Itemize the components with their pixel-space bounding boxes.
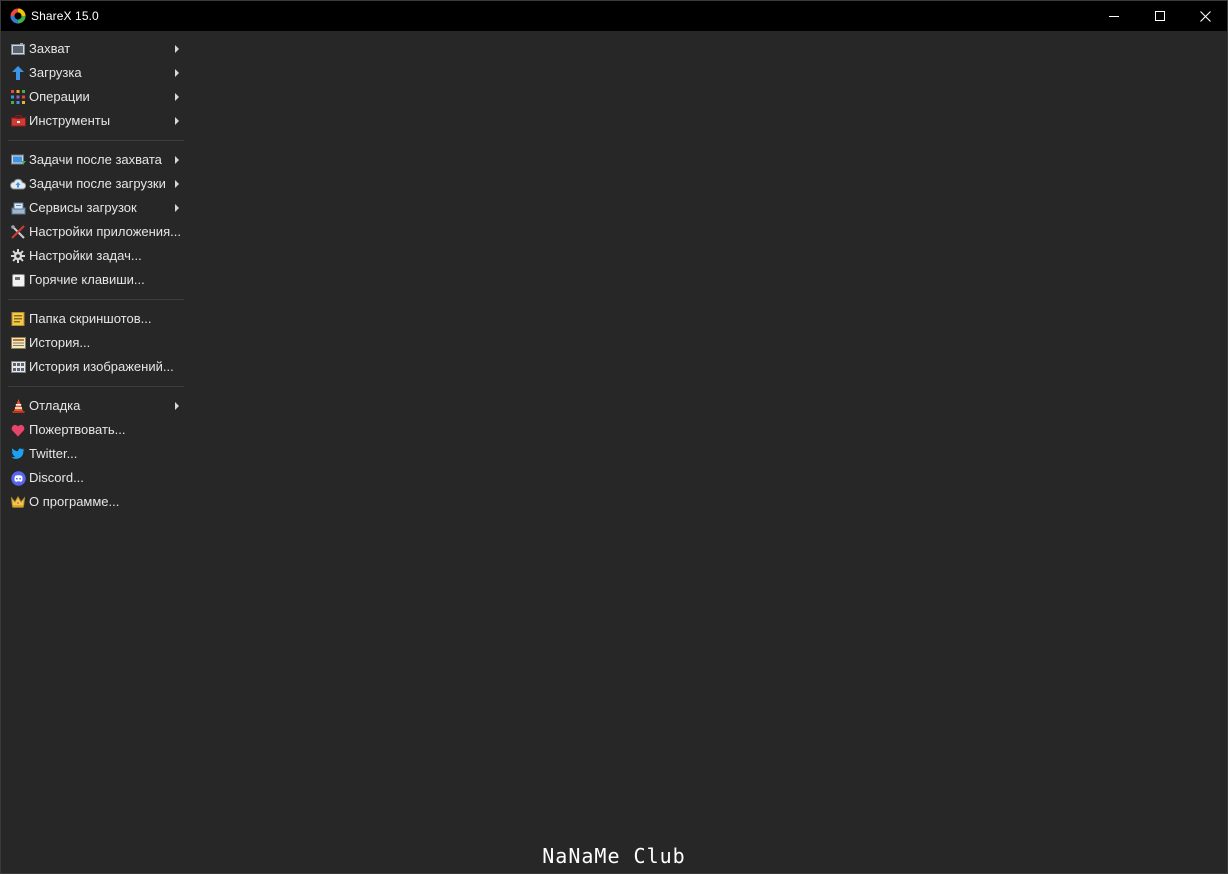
traffic-cone-icon: [10, 398, 26, 414]
menu-separator: [2, 133, 184, 148]
menu-separator: [2, 292, 184, 307]
menu-item-application-settings[interactable]: Настройки приложения...: [2, 220, 184, 244]
gear-icon: [10, 248, 26, 264]
keyboard-key-icon: [10, 272, 26, 288]
menu-item-screenshots-folder[interactable]: Папка скриншотов...: [2, 307, 184, 331]
grid-icon: [10, 89, 26, 105]
minimize-icon: [1109, 16, 1119, 17]
submenu-arrow-icon: [175, 93, 179, 101]
menu-item-twitter[interactable]: Twitter...: [2, 442, 184, 466]
after-capture-icon: [10, 152, 26, 168]
menu-item-history[interactable]: История...: [2, 331, 184, 355]
submenu-arrow-icon: [175, 156, 179, 164]
discord-icon: [10, 470, 26, 486]
tools-wrench-icon: [10, 224, 26, 240]
menu-item-debug[interactable]: Отладка: [2, 394, 184, 418]
sharex-logo-icon: [10, 8, 26, 24]
menu-item-upload[interactable]: Загрузка: [2, 61, 184, 85]
submenu-arrow-icon: [175, 69, 179, 77]
menu-item-image-history[interactable]: История изображений...: [2, 355, 184, 379]
heart-icon: [10, 422, 26, 438]
upload-services-icon: [10, 200, 26, 216]
minimize-button[interactable]: [1091, 1, 1137, 31]
menu-item-workflows[interactable]: Операции: [2, 85, 184, 109]
menu-item-upload-services[interactable]: Сервисы загрузок: [2, 196, 184, 220]
submenu-arrow-icon: [175, 204, 179, 212]
window-title: ShareX 15.0: [31, 9, 99, 23]
folder-icon: [10, 311, 26, 327]
menu-item-discord[interactable]: Discord...: [2, 466, 184, 490]
history-icon: [10, 335, 26, 351]
menu-item-tools[interactable]: Инструменты: [2, 109, 184, 133]
toolbox-icon: [10, 113, 26, 129]
upload-arrow-icon: [10, 65, 26, 81]
close-icon: [1199, 10, 1211, 22]
menu-item-about[interactable]: О программе...: [2, 490, 184, 514]
main-menu: Захват Загрузка Операции Инструменты Зад…: [2, 37, 184, 514]
menu-item-task-settings[interactable]: Настройки задач...: [2, 244, 184, 268]
sharex-window: ShareX 15.0 Захват Загрузка Операции Инс…: [0, 0, 1228, 874]
submenu-arrow-icon: [175, 180, 179, 188]
menu-separator: [2, 379, 184, 394]
menu-item-after-upload-tasks[interactable]: Задачи после загрузки: [2, 172, 184, 196]
submenu-arrow-icon: [175, 402, 179, 410]
submenu-arrow-icon: [175, 45, 179, 53]
menu-item-hotkey-settings[interactable]: Горячие клавиши...: [2, 268, 184, 292]
image-history-icon: [10, 359, 26, 375]
title-bar[interactable]: ShareX 15.0: [1, 1, 1227, 31]
watermark-text: NaNaMe Club: [542, 844, 686, 868]
menu-item-capture[interactable]: Захват: [2, 37, 184, 61]
maximize-button[interactable]: [1137, 1, 1183, 31]
close-button[interactable]: [1182, 1, 1228, 31]
crown-icon: [10, 494, 26, 510]
cloud-upload-icon: [10, 176, 26, 192]
menu-item-donate[interactable]: Пожертвовать...: [2, 418, 184, 442]
maximize-icon: [1155, 11, 1165, 21]
twitter-icon: [10, 446, 26, 462]
submenu-arrow-icon: [175, 117, 179, 125]
camera-icon: [10, 41, 26, 57]
menu-item-after-capture-tasks[interactable]: Задачи после захвата: [2, 148, 184, 172]
